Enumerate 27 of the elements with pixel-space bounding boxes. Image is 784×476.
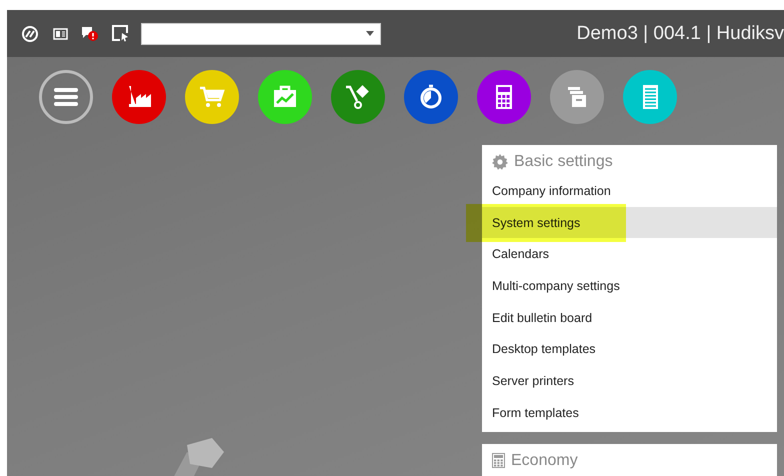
toolbar-button[interactable] [109,22,131,44]
module-button[interactable] [185,70,239,124]
module-button[interactable] [331,70,385,124]
gear-icon [492,154,508,170]
module-button[interactable] [623,70,677,124]
window-title: Demo3 | 004.1 | Hudiksv [576,22,784,44]
module-button[interactable] [39,70,93,124]
menu-item[interactable]: Desktop templates [482,333,777,366]
module-button[interactable] [477,70,531,124]
menu-item[interactable]: Calendars [482,238,777,270]
dropdown-field[interactable] [141,22,381,44]
section-title: Basic settings [514,153,613,171]
menu-item[interactable]: Server printers [482,365,777,397]
circle-logo-icon [22,26,38,42]
module-button[interactable] [112,70,166,124]
menu-item[interactable]: Multi-company settings [482,270,777,302]
caret-icon [366,31,374,36]
pointer-window-icon [112,25,128,42]
menu-item[interactable]: Edit bulletin board [482,302,777,334]
message-alert-icon [81,25,99,42]
section-title: Economy [511,452,578,470]
menu-item[interactable]: Form templates [482,396,777,428]
module-button[interactable] [404,70,458,124]
calculator-icon [492,453,505,468]
layout-icon [52,28,68,40]
module-button[interactable] [258,70,312,124]
menu-item[interactable]: Company information [482,175,777,207]
